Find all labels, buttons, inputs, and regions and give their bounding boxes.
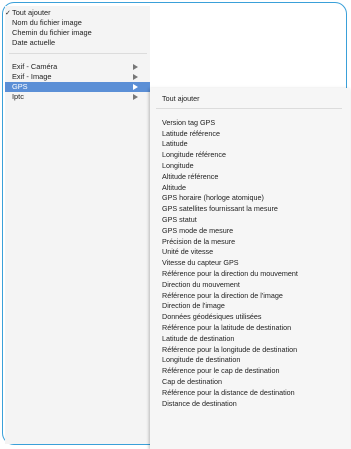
gps-submenu-item[interactable]: Référence pour le cap de destination	[150, 366, 350, 376]
menu-item-add-all[interactable]: ✓Tout ajouter	[5, 8, 150, 18]
menu-item-label: Exif - Caméra	[12, 62, 58, 71]
submenu-arrow-icon	[133, 84, 138, 90]
menu-item-iptc[interactable]: Iptc	[5, 92, 150, 102]
menu-item-image-filename[interactable]: Nom du fichier image	[5, 18, 150, 28]
gps-submenu-item[interactable]: GPS statut	[150, 215, 350, 225]
gps-submenu-item[interactable]: Latitude de destination	[150, 334, 350, 344]
gps-submenu-item[interactable]: GPS satellites fournissant la mesure	[150, 204, 350, 214]
gps-submenu-item[interactable]: Altitude référence	[150, 172, 350, 182]
submenu-separator	[156, 108, 342, 109]
gps-submenu-item[interactable]: Tout ajouter	[150, 94, 350, 104]
gps-submenu-item[interactable]: GPS mode de mesure	[150, 226, 350, 236]
menu-item-label: Date actuelle	[12, 38, 56, 47]
gps-submenu-item[interactable]: Version tag GPS	[150, 118, 350, 128]
menu-item-label: GPS	[12, 82, 28, 91]
gps-submenu-item[interactable]: Longitude de destination	[150, 355, 350, 365]
menu-item-image-filepath[interactable]: Chemin du fichier image	[5, 28, 150, 38]
menu-item-current-date[interactable]: Date actuelle	[5, 38, 150, 48]
gps-submenu-item[interactable]: Données géodésiques utilisées	[150, 312, 350, 322]
gps-submenu-item[interactable]: Direction du mouvement	[150, 280, 350, 290]
gps-submenu-item[interactable]: Vitesse du capteur GPS	[150, 258, 350, 268]
gps-submenu-item[interactable]: Latitude référence	[150, 129, 350, 139]
menu-item-gps[interactable]: GPS	[5, 82, 150, 92]
menu-item-exif-image[interactable]: Exif - Image	[5, 72, 150, 82]
menu-item-label: Exif - Image	[12, 72, 52, 81]
gps-submenu-item[interactable]: Référence pour la longitude de destinati…	[150, 345, 350, 355]
gps-submenu-item[interactable]: Distance de destination	[150, 399, 350, 409]
gps-submenu-item[interactable]: Précision de la mesure	[150, 237, 350, 247]
menu-item-label: Tout ajouter	[12, 8, 51, 17]
gps-submenu-item[interactable]: Référence pour la direction de l'image	[150, 291, 350, 301]
gps-submenu-item[interactable]: Référence pour la latitude de destinatio…	[150, 323, 350, 333]
gps-submenu-item[interactable]: Longitude	[150, 161, 350, 171]
menu-item-label: Iptc	[12, 92, 24, 101]
submenu-arrow-icon	[133, 94, 138, 100]
menu-item-exif-camera[interactable]: Exif - Caméra	[5, 62, 150, 72]
gps-submenu-item[interactable]: Cap de destination	[150, 377, 350, 387]
submenu-arrow-icon	[133, 64, 138, 70]
gps-submenu-item[interactable]: Altitude	[150, 183, 350, 193]
gps-submenu-item[interactable]: GPS horaire (horloge atomique)	[150, 193, 350, 203]
context-menu: ✓Tout ajouter Nom du fichier image Chemi…	[5, 6, 150, 444]
menu-item-label: Nom du fichier image	[12, 18, 82, 27]
gps-submenu: Tout ajouter Version tag GPS Latitude réfé…	[150, 88, 350, 449]
gps-submenu-item[interactable]: Référence pour la distance de destinatio…	[150, 388, 350, 398]
gps-submenu-item[interactable]: Référence pour la direction du mouvement	[150, 269, 350, 279]
gps-submenu-item[interactable]: Direction de l'image	[150, 301, 350, 311]
submenu-arrow-icon	[133, 74, 138, 80]
gps-submenu-item[interactable]: Unité de vitesse	[150, 247, 350, 257]
gps-submenu-item[interactable]: Latitude	[150, 139, 350, 149]
menu-separator	[9, 53, 147, 54]
gps-submenu-item[interactable]: Longitude référence	[150, 150, 350, 160]
menu-item-label: Chemin du fichier image	[12, 28, 92, 37]
